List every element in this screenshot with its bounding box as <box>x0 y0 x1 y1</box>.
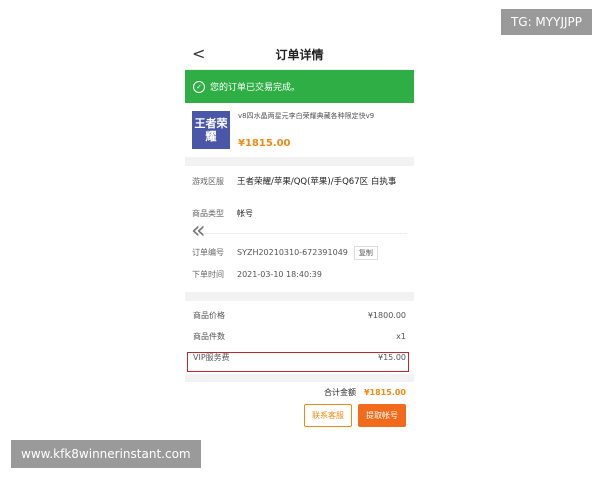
watermark-tag: TG: MYYJJPP <box>500 9 592 35</box>
watermark-url: www.kfk8winnerinstant.com <box>11 440 201 468</box>
summary-value: ¥1800.00 <box>367 311 406 320</box>
top-nav: < 订单详情 <box>185 40 414 70</box>
double-chevron-left-icon[interactable]: « <box>191 216 206 244</box>
detail-row-time: 下单时间 2021-03-10 18:40:39 <box>185 262 414 286</box>
detail-value: 帐号 <box>237 209 253 218</box>
detail-row-server: 游戏区服 王者荣耀/苹果/QQ(苹果)/手Q67区 白执事 <box>185 176 414 208</box>
details-section: 游戏区服 王者荣耀/苹果/QQ(苹果)/手Q67区 白执事 商品类型 帐号 订单… <box>185 166 414 286</box>
detail-row-type: 商品类型 帐号 <box>185 208 414 230</box>
detail-label: 下单时间 <box>192 269 224 279</box>
total-label: 合计金额 <box>323 387 356 397</box>
section-divider <box>185 157 414 166</box>
section-divider <box>185 374 414 382</box>
summary-label: 商品件数 <box>193 332 225 341</box>
product-thumbnail: 王者荣耀 <box>192 111 230 149</box>
detail-row-order-id: 订单编号 SYZH20210310-672391049 复制 <box>185 243 414 262</box>
copy-button[interactable]: 复制 <box>353 245 378 260</box>
contact-support-button[interactable]: 联系客服 <box>304 404 352 427</box>
detail-value: 王者荣耀/苹果/QQ(苹果)/手Q67区 白执事 <box>237 177 397 187</box>
summary-value: x1 <box>396 332 406 341</box>
vip-fee-highlight <box>187 352 409 372</box>
summary-row-price: 商品价格 ¥1800.00 <box>185 305 414 326</box>
product-price: ¥1815.00 <box>238 138 291 149</box>
detail-label: 订单编号 <box>192 248 224 257</box>
page-title: 订单详情 <box>275 48 324 62</box>
total-row: 合计金额 ¥1815.00 <box>185 382 414 402</box>
detail-label: 游戏区服 <box>192 177 224 186</box>
product-name: v8四水晶两星元李白荣耀典藏各种限定快v9 <box>238 112 375 120</box>
product-card[interactable]: 王者荣耀 v8四水晶两星元李白荣耀典藏各种限定快v9 ¥1815.00 <box>185 103 414 157</box>
check-circle-icon: ✓ <box>193 80 205 93</box>
status-text: 您的订单已交易完成。 <box>210 83 301 93</box>
status-banner: ✓ 您的订单已交易完成。 <box>185 70 414 103</box>
divider <box>192 233 407 234</box>
detail-value: SYZH20210310-672391049 <box>237 248 348 257</box>
detail-value: 2021-03-10 18:40:39 <box>237 269 322 279</box>
order-detail-screen: < 订单详情 ✓ 您的订单已交易完成。 王者荣耀 v8四水晶两星元李白荣耀典藏各… <box>185 40 414 440</box>
action-bar: 联系客服 提取帐号 <box>185 402 414 429</box>
retrieve-account-button[interactable]: 提取帐号 <box>358 404 406 427</box>
total-amount: ¥1815.00 <box>363 387 406 397</box>
section-divider <box>185 292 414 301</box>
summary-label: 商品价格 <box>193 311 225 320</box>
summary-row-qty: 商品件数 x1 <box>185 326 414 347</box>
